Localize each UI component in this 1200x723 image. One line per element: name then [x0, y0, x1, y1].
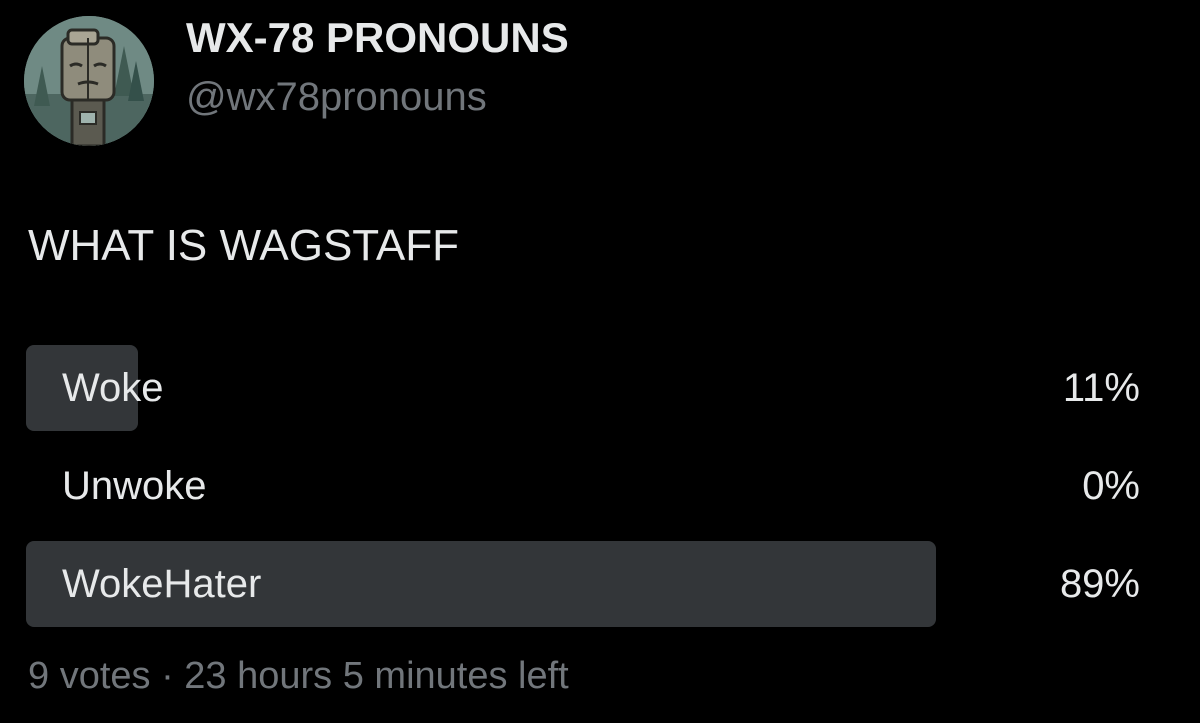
display-name[interactable]: WX-78 PRONOUNS — [186, 12, 569, 64]
poll-option-label: Unwoke — [62, 464, 207, 508]
avatar[interactable] — [24, 16, 154, 146]
poll-option: Unwoke 0% — [26, 443, 1140, 529]
poll-option-percent: 89% — [1059, 562, 1140, 606]
tweet-text: WHAT IS WAGSTAFF — [28, 221, 460, 270]
poll-meta: 9 votes · 23 hours 5 minutes left — [28, 655, 569, 697]
poll-option-percent: 0% — [1082, 464, 1140, 508]
poll-option-percent: 11% — [1062, 366, 1140, 410]
robot-avatar-icon — [24, 16, 154, 146]
poll-option: WokeHater 89% — [26, 541, 1140, 627]
user-handle[interactable]: @wx78pronouns — [186, 72, 487, 122]
poll-option-label: Woke — [62, 366, 164, 410]
poll: Woke 11% Unwoke 0% WokeHater 89% — [26, 345, 1140, 639]
poll-option: Woke 11% — [26, 345, 1140, 431]
poll-option-label: WokeHater — [62, 562, 262, 606]
